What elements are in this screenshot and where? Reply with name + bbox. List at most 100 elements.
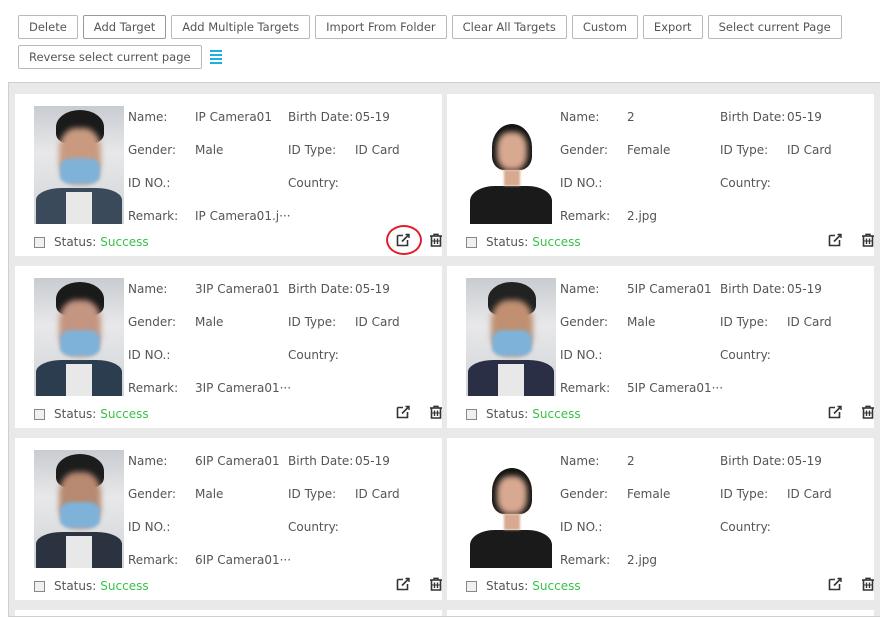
status-badge: Success <box>532 579 581 593</box>
delete-button[interactable]: Delete <box>18 15 78 39</box>
gender-value: Female <box>627 143 671 157</box>
remark-label: Remark: <box>560 209 611 223</box>
status-label: Status: <box>486 235 529 249</box>
edit-icon[interactable] <box>396 405 410 419</box>
id-no-label: ID NO.: <box>560 176 603 190</box>
import-from-folder-button[interactable]: Import From Folder <box>315 15 447 39</box>
edit-highlight-circle <box>386 225 422 255</box>
id-type-value: ID Card <box>355 143 400 157</box>
target-photo <box>466 278 556 396</box>
target-card: Name: 3IP Camera01 Birth Date: 05-19 Gen… <box>15 266 442 428</box>
birth-date-value: 05-19 <box>355 110 390 124</box>
export-button[interactable]: Export <box>642 15 703 39</box>
birth-date-label: Birth Date: <box>720 282 786 296</box>
name-label: Name: <box>560 454 600 468</box>
name-label: Name: <box>128 110 168 124</box>
remark-label: Remark: <box>128 209 179 223</box>
edit-icon[interactable] <box>828 405 842 419</box>
id-type-value: ID Card <box>787 487 832 501</box>
select-checkbox[interactable] <box>34 580 45 592</box>
name-label: Name: <box>560 282 600 296</box>
name-value: 2 <box>627 454 635 468</box>
target-photo <box>34 106 124 224</box>
birth-date-label: Birth Date: <box>720 110 786 124</box>
id-type-label: ID Type: <box>720 143 769 157</box>
country-label: Country: <box>720 348 771 362</box>
edit-icon[interactable] <box>828 233 842 247</box>
add-target-button[interactable]: Add Target <box>82 15 167 39</box>
birth-date-label: Birth Date: <box>720 454 786 468</box>
country-label: Country: <box>720 176 771 190</box>
remark-label: Remark: <box>128 553 179 567</box>
target-card: Name: 2 Birth Date: 05-19 Gender: Female… <box>447 438 874 600</box>
trash-icon[interactable] <box>429 233 443 247</box>
id-no-label: ID NO.: <box>560 348 603 362</box>
trash-icon[interactable] <box>429 577 443 591</box>
remark-value: 2.jpg <box>627 553 658 567</box>
name-label: Name: <box>128 454 168 468</box>
reverse-select-button[interactable]: Reverse select current page <box>18 45 202 69</box>
birth-date-label: Birth Date: <box>288 282 354 296</box>
id-type-label: ID Type: <box>288 143 337 157</box>
select-checkbox[interactable] <box>466 408 477 420</box>
add-multiple-targets-button[interactable]: Add Multiple Targets <box>171 15 311 39</box>
gender-label: Gender: <box>560 143 609 157</box>
edit-icon[interactable] <box>828 577 842 591</box>
select-checkbox[interactable] <box>466 580 477 592</box>
select-checkbox[interactable] <box>34 408 45 420</box>
select-checkbox[interactable] <box>466 236 477 248</box>
gender-label: Gender: <box>128 487 177 501</box>
toolbar: Delete Add Target Add Multiple Targets I… <box>18 15 858 75</box>
gender-label: Gender: <box>560 487 609 501</box>
name-label: Name: <box>560 110 600 124</box>
id-type-label: ID Type: <box>720 315 769 329</box>
country-label: Country: <box>288 176 339 190</box>
select-checkbox[interactable] <box>34 236 45 248</box>
status-label: Status: <box>54 407 97 421</box>
gender-label: Gender: <box>128 315 177 329</box>
remark-label: Remark: <box>560 553 611 567</box>
remark-value: 5IP Camera01··· <box>627 381 724 395</box>
id-type-value: ID Card <box>787 315 832 329</box>
custom-button[interactable]: Custom <box>571 15 638 39</box>
target-card: Name: 5IP Camera01 Birth Date: 05-19 Gen… <box>447 266 874 428</box>
id-type-value: ID Card <box>355 315 400 329</box>
name-label: Name: <box>128 282 168 296</box>
id-type-label: ID Type: <box>720 487 769 501</box>
gender-value: Male <box>627 315 656 329</box>
gender-value: Female <box>627 487 671 501</box>
select-current-page-button[interactable]: Select current Page <box>707 15 842 39</box>
remark-value: IP Camera01.j··· <box>195 209 291 223</box>
status-badge: Success <box>532 407 581 421</box>
edit-icon[interactable] <box>396 577 410 591</box>
name-value: 2 <box>627 110 635 124</box>
birth-date-value: 05-19 <box>355 454 390 468</box>
list-view-icon[interactable] <box>209 45 226 69</box>
remark-label: Remark: <box>128 381 179 395</box>
trash-icon[interactable] <box>861 577 875 591</box>
country-label: Country: <box>288 520 339 534</box>
remark-label: Remark: <box>560 381 611 395</box>
status-badge: Success <box>100 407 149 421</box>
birth-date-value: 05-19 <box>787 454 822 468</box>
target-card-partial <box>447 610 874 616</box>
gender-value: Male <box>195 487 224 501</box>
id-type-value: ID Card <box>787 143 832 157</box>
status-row: Status: Success <box>34 579 149 593</box>
status-row: Status: Success <box>466 407 581 421</box>
id-type-value: ID Card <box>355 487 400 501</box>
toolbar-row-2: Reverse select current page <box>18 45 858 69</box>
country-label: Country: <box>288 348 339 362</box>
clear-all-targets-button[interactable]: Clear All Targets <box>451 15 567 39</box>
target-photo <box>34 450 124 568</box>
name-value: 6IP Camera01 <box>195 454 280 468</box>
id-no-label: ID NO.: <box>128 176 171 190</box>
status-badge: Success <box>100 579 149 593</box>
trash-icon[interactable] <box>429 405 443 419</box>
trash-icon[interactable] <box>861 405 875 419</box>
trash-icon[interactable] <box>861 233 875 247</box>
status-row: Status: Success <box>34 235 149 249</box>
birth-date-label: Birth Date: <box>288 454 354 468</box>
status-row: Status: Success <box>466 235 581 249</box>
name-value: 5IP Camera01 <box>627 282 712 296</box>
